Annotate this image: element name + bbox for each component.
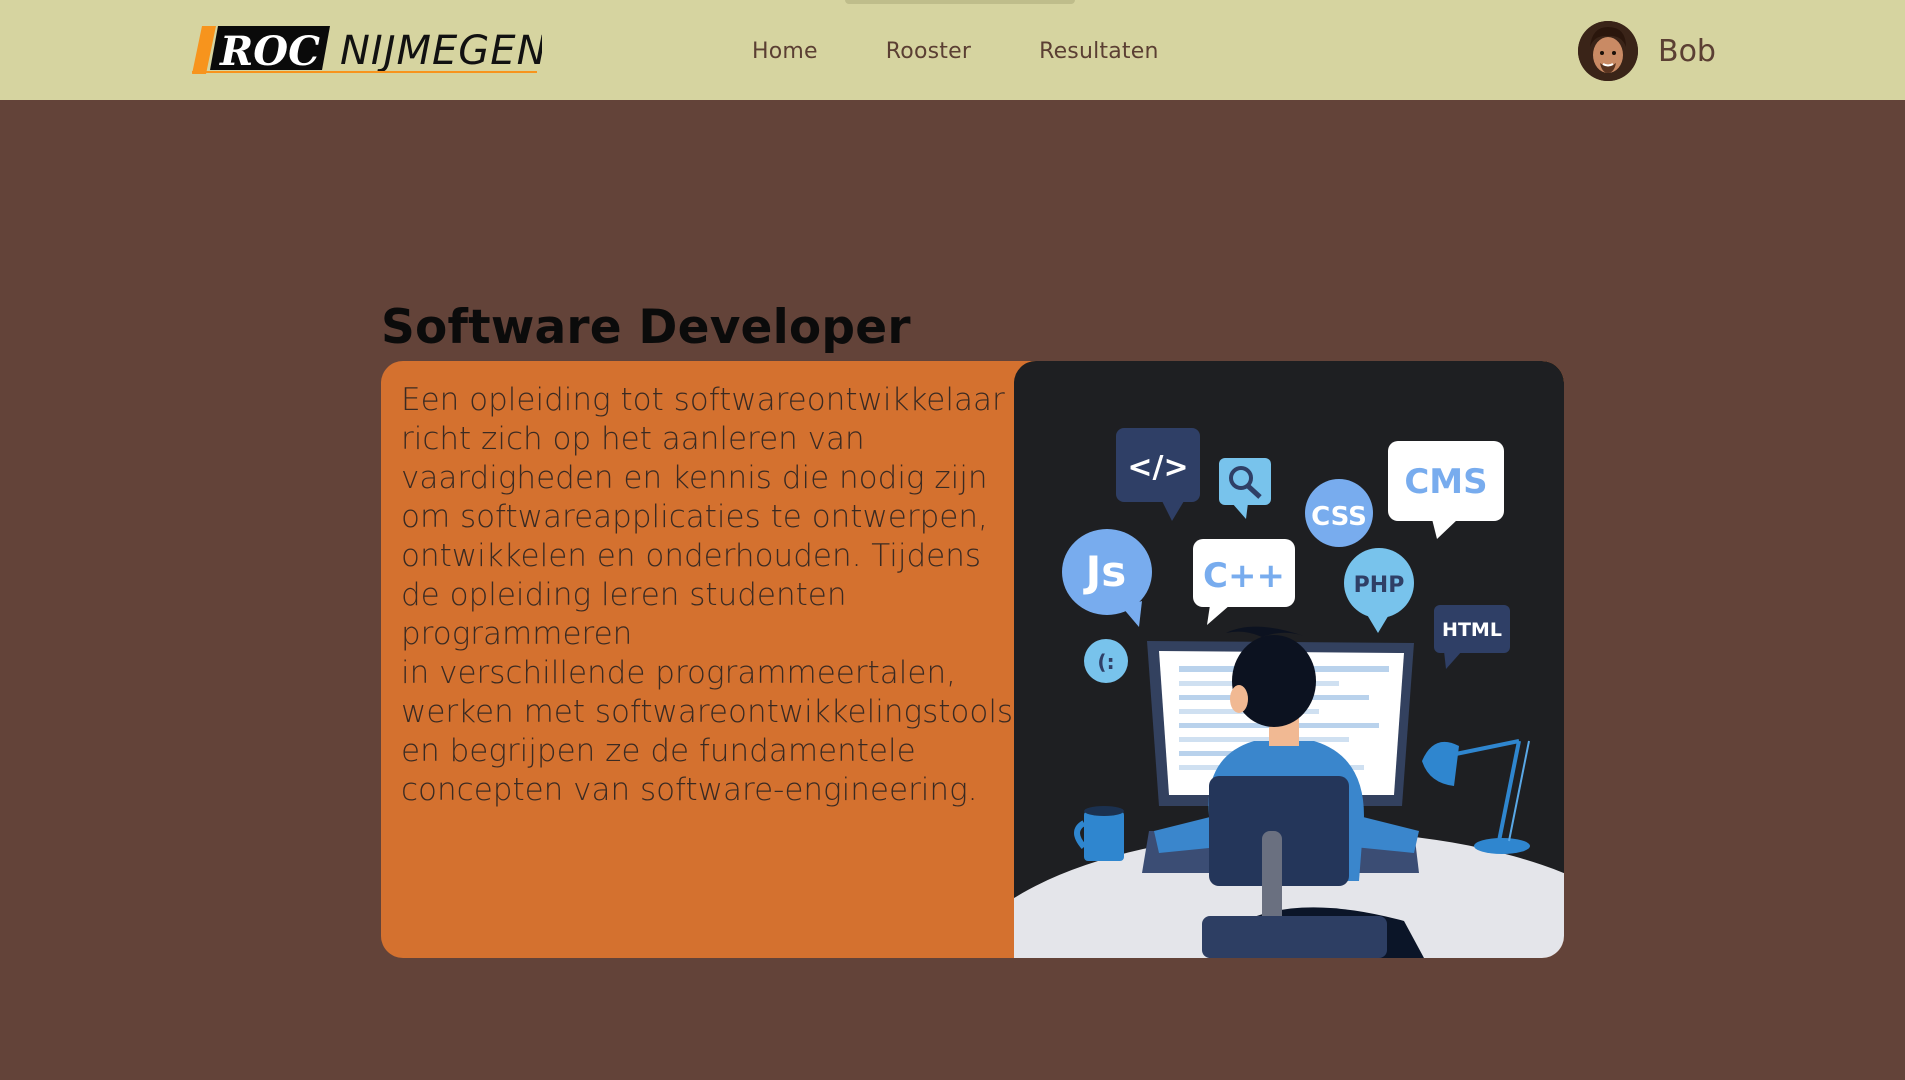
nav-rooster-link[interactable]: Rooster [886, 39, 971, 64]
svg-text:HTML: HTML [1442, 619, 1502, 641]
logo-city-text: NIJMEGEN [340, 28, 542, 74]
desk-lamp-icon [1422, 739, 1530, 854]
user-name: Bob [1658, 33, 1716, 69]
developer-illustration: </> CSS CMS Js C++ PHP HTML (: [958, 361, 1564, 958]
search-bubble-icon [1219, 458, 1271, 519]
main-nav: Home Rooster Resultaten [752, 36, 1159, 66]
cpp-bubble-icon: C++ [1193, 539, 1295, 625]
javascript-bubble-icon: Js [1062, 529, 1152, 627]
user-profile[interactable]: Bob [1578, 20, 1716, 82]
php-bubble-icon: PHP [1344, 548, 1414, 633]
nav-home-link[interactable]: Home [752, 39, 818, 64]
svg-text:C++: C++ [1203, 556, 1285, 596]
css-bubble-icon: CSS [1305, 479, 1373, 547]
svg-text:(:: (: [1097, 650, 1114, 674]
avatar-image [1578, 21, 1638, 81]
course-card: Een opleiding tot softwareontwikkelaar r… [381, 361, 1564, 958]
roc-nijmegen-logo[interactable]: ROC NIJMEGEN [192, 24, 542, 76]
cms-bubble-icon: CMS [1388, 441, 1504, 539]
svg-text:Js: Js [1083, 547, 1127, 596]
html-bubble-icon: HTML [1434, 605, 1510, 669]
code-tag-bubble-icon: </> [1116, 428, 1200, 521]
page-title: Software Developer [381, 300, 911, 355]
developer-illustration-svg: </> CSS CMS Js C++ PHP HTML (: [958, 428, 1564, 958]
svg-text:CSS: CSS [1311, 502, 1367, 532]
svg-text:PHP: PHP [1354, 573, 1405, 598]
avatar[interactable] [1578, 21, 1638, 81]
svg-text:</>: </> [1127, 450, 1188, 485]
svg-text:CMS: CMS [1404, 462, 1487, 502]
navbar-notch [845, 0, 1075, 4]
coffee-mug-icon [1074, 806, 1124, 861]
nav-resultaten-link[interactable]: Resultaten [1039, 39, 1159, 64]
course-description: Een opleiding tot softwareontwikkelaar r… [401, 382, 1014, 808]
logo-brand-text: ROC [219, 28, 320, 75]
smiley-bubble-icon: (: [1084, 639, 1128, 683]
top-navbar: ROC NIJMEGEN Home Rooster Resultaten Bob [0, 0, 1905, 100]
